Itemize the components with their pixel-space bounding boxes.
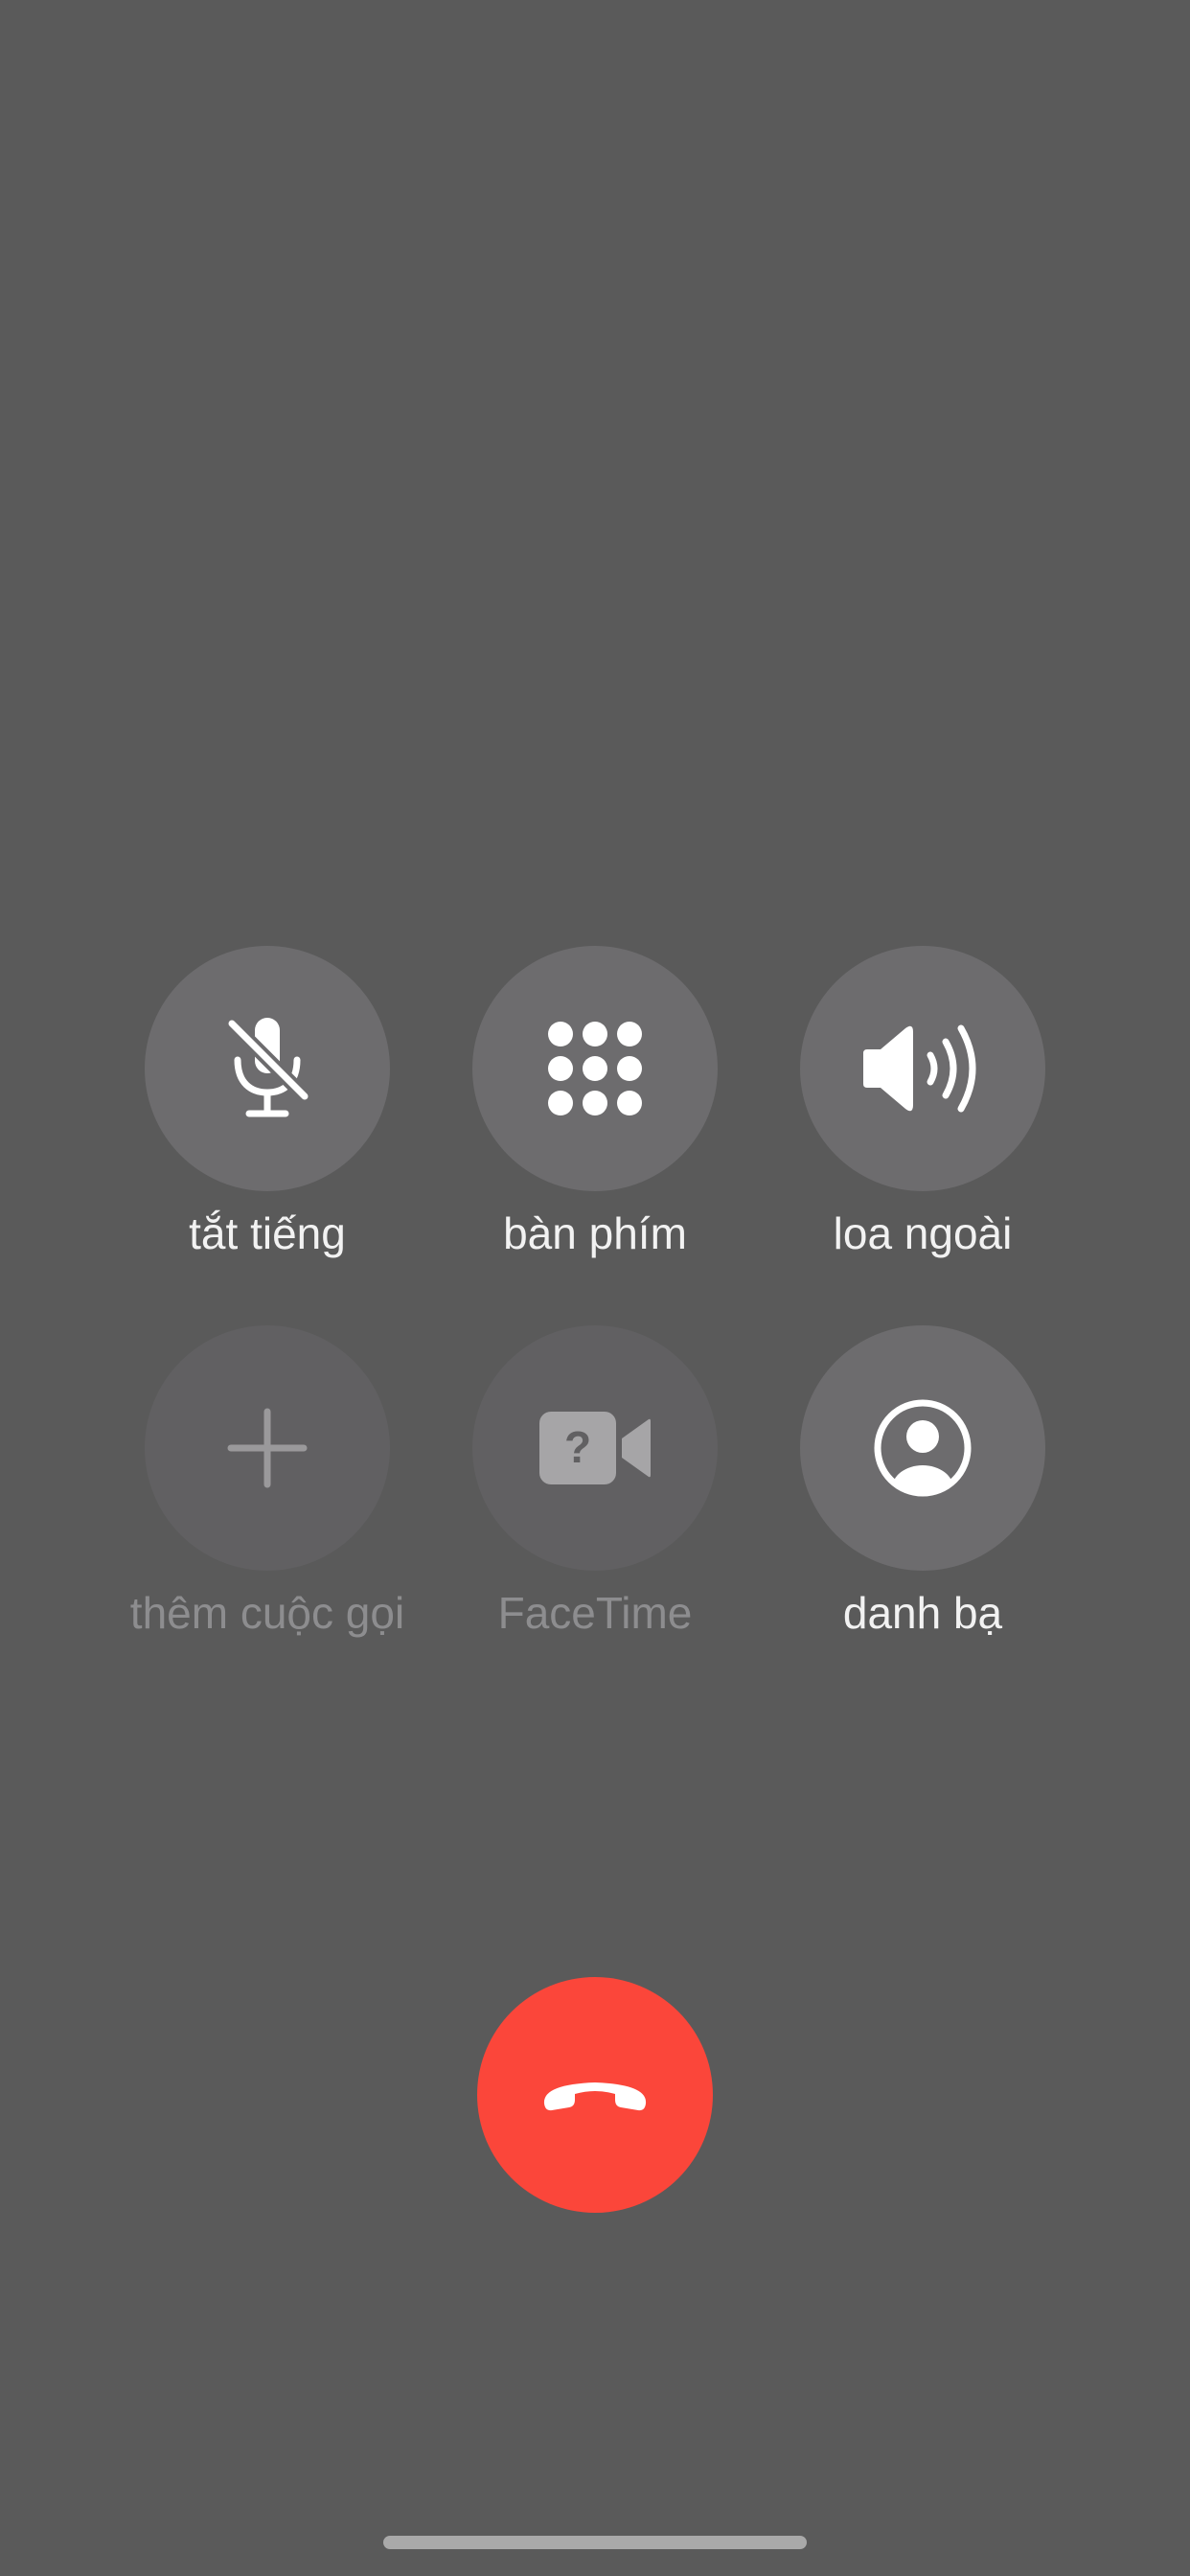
speaker-button[interactable] xyxy=(800,946,1045,1191)
mute-button[interactable] xyxy=(145,946,390,1191)
add-call-control[interactable]: thêm cuộc gọi xyxy=(103,1325,431,1640)
facetime-control[interactable]: ? FaceTime xyxy=(431,1325,759,1640)
mute-control[interactable]: tắt tiếng xyxy=(103,946,431,1260)
speaker-control[interactable]: loa ngoài xyxy=(759,946,1087,1260)
contacts-label: danh bạ xyxy=(842,1588,1003,1638)
plus-icon xyxy=(227,1408,308,1488)
end-call-button[interactable] xyxy=(477,1977,713,2213)
phone-hangup-icon xyxy=(538,2073,652,2117)
speaker-label: loa ngoài xyxy=(833,1208,1013,1258)
mute-label: tắt tiếng xyxy=(189,1208,346,1258)
facetime-label: FaceTime xyxy=(497,1588,693,1638)
svg-text:?: ? xyxy=(564,1422,591,1472)
mic-slash-icon xyxy=(224,1016,310,1121)
contacts-control[interactable]: danh bạ xyxy=(759,1325,1087,1640)
keypad-button[interactable] xyxy=(472,946,718,1191)
person-circle-icon xyxy=(873,1398,973,1498)
contacts-button[interactable] xyxy=(800,1325,1045,1571)
keypad-label: bàn phím xyxy=(503,1208,687,1258)
keypad-control[interactable]: bàn phím xyxy=(431,946,759,1260)
add-call-button[interactable] xyxy=(145,1325,390,1571)
video-question-icon: ? xyxy=(538,1410,652,1486)
facetime-button[interactable]: ? xyxy=(472,1325,718,1571)
call-screen: tắt tiếng bàn phím loa ngoài thêm cuộc g… xyxy=(0,0,1190,2576)
keypad-icon xyxy=(547,1021,643,1116)
home-indicator[interactable] xyxy=(383,2536,807,2549)
add-call-label: thêm cuộc gọi xyxy=(129,1588,405,1638)
speaker-wave-icon xyxy=(859,1023,986,1115)
